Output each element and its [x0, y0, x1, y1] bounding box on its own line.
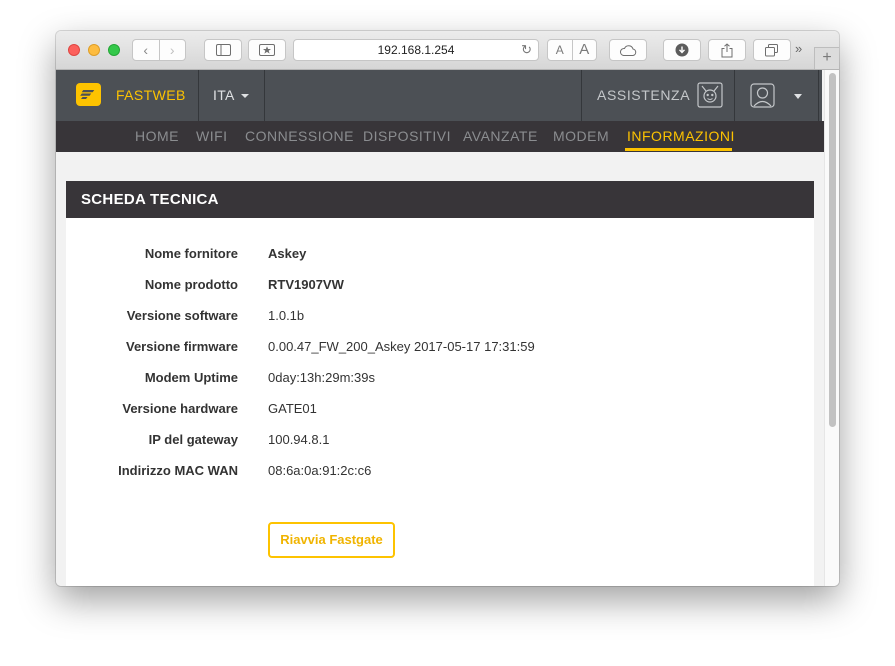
info-label: Nome prodotto	[144, 277, 238, 292]
page-content: SCHEDA TECNICA Nome fornitore Askey Nome…	[56, 152, 824, 586]
info-value: Askey	[268, 246, 307, 261]
header-divider	[734, 70, 735, 121]
info-label: Nome fornitore	[144, 246, 238, 261]
language-selector[interactable]: ITA	[213, 87, 249, 103]
nav-item-dispositivi[interactable]: DISPOSITIVI	[363, 128, 451, 144]
info-row: Versione firmware 0.00.47_FW_200_Askey 2…	[66, 339, 814, 359]
share-button[interactable]	[708, 39, 746, 61]
nav-item-home[interactable]: HOME	[135, 128, 179, 144]
info-value: 0.00.47_FW_200_Askey 2017-05-17 17:31:59	[268, 339, 535, 354]
address-bar[interactable]: 192.168.1.254 ↻	[293, 39, 539, 61]
header-divider	[264, 70, 265, 121]
tab-overview-button[interactable]	[753, 39, 791, 61]
nav-item-informazioni[interactable]: INFORMAZIONI	[627, 128, 735, 144]
brand-name[interactable]: FASTWEB	[116, 87, 186, 103]
info-row: Nome prodotto RTV1907VW	[66, 277, 814, 297]
close-window-button[interactable]	[68, 44, 80, 56]
info-label: Versione firmware	[126, 339, 238, 354]
restart-fastgate-button[interactable]: Riavvia Fastgate	[268, 522, 395, 558]
scrollbar[interactable]	[824, 70, 839, 586]
scrollbar-thumb[interactable]	[829, 73, 836, 427]
browser-window: ‹ › 192.168.1.254 ↻ A A » + FASTWEB ITA …	[56, 31, 839, 586]
header-divider	[198, 70, 199, 121]
main-navigation: HOME WIFI CONNESSIONE DISPOSITIVI AVANZA…	[56, 121, 824, 152]
nav-item-wifi[interactable]: WIFI	[196, 128, 228, 144]
decrease-text-size-button[interactable]: A	[548, 40, 572, 60]
downloads-button[interactable]	[663, 39, 701, 61]
text-size-buttons: A A	[547, 39, 597, 61]
info-label: Modem Uptime	[144, 370, 238, 385]
info-label: Indirizzo MAC WAN	[118, 463, 238, 478]
assistance-robot-icon[interactable]	[697, 82, 723, 108]
card-header: SCHEDA TECNICA	[66, 181, 814, 218]
info-row: Indirizzo MAC WAN 08:6a:0a:91:2c:c6	[66, 463, 814, 483]
cloud-icon	[620, 44, 637, 56]
info-value: 100.94.8.1	[268, 432, 330, 447]
header-divider	[581, 70, 582, 121]
download-icon	[675, 43, 689, 57]
forward-button[interactable]: ›	[158, 40, 186, 60]
sidebar-icon	[215, 44, 231, 56]
info-row: Versione hardware GATE01	[66, 401, 814, 421]
reload-icon[interactable]: ↻	[521, 40, 532, 60]
info-label: IP del gateway	[148, 432, 238, 447]
info-label: Versione hardware	[122, 401, 238, 416]
user-menu-chevron-icon[interactable]	[794, 94, 802, 99]
nav-item-connessione[interactable]: CONNESSIONE	[245, 128, 354, 144]
increase-text-size-button[interactable]: A	[571, 40, 597, 60]
router-header: FASTWEB ITA ASSISTENZA	[56, 70, 822, 121]
language-label: ITA	[213, 87, 235, 103]
card-body: Nome fornitore Askey Nome prodotto RTV19…	[66, 218, 814, 586]
info-value: 0day:13h:29m:39s	[268, 370, 375, 385]
tabs-icon	[765, 43, 778, 56]
fastweb-logo-icon[interactable]	[76, 83, 101, 106]
nav-item-avanzate[interactable]: AVANZATE	[463, 128, 538, 144]
bookmark-star-icon	[259, 44, 275, 56]
user-avatar-icon[interactable]	[750, 83, 775, 108]
info-row: Modem Uptime 0day:13h:29m:39s	[66, 370, 814, 390]
browser-toolbar: ‹ › 192.168.1.254 ↻ A A » +	[56, 31, 839, 70]
info-value: GATE01	[268, 401, 317, 416]
bookmarks-button[interactable]	[248, 39, 286, 61]
info-row: Nome fornitore Askey	[66, 246, 814, 266]
url-text: 192.168.1.254	[377, 43, 455, 57]
nav-item-modem[interactable]: MODEM	[553, 128, 609, 144]
new-tab-button[interactable]: +	[814, 47, 839, 69]
info-row: IP del gateway 100.94.8.1	[66, 432, 814, 452]
card-title: SCHEDA TECNICA	[81, 191, 219, 208]
info-label: Versione software	[126, 308, 238, 323]
sidebar-toggle-button[interactable]	[204, 39, 242, 61]
back-forward-buttons: ‹ ›	[132, 39, 186, 61]
more-toolbar-items-icon[interactable]: »	[795, 41, 802, 56]
chevron-down-icon	[240, 94, 249, 99]
icloud-tabs-button[interactable]	[609, 39, 647, 61]
zoom-window-button[interactable]	[108, 44, 120, 56]
info-row: Versione software 1.0.1b	[66, 308, 814, 328]
header-divider	[818, 70, 819, 121]
info-value: 08:6a:0a:91:2c:c6	[268, 463, 372, 478]
info-value: RTV1907VW	[268, 277, 344, 292]
info-value: 1.0.1b	[268, 308, 305, 323]
share-icon	[721, 42, 733, 57]
back-button[interactable]: ‹	[133, 40, 159, 60]
active-tab-indicator	[625, 148, 732, 151]
minimize-window-button[interactable]	[88, 44, 100, 56]
assistance-link[interactable]: ASSISTENZA	[597, 87, 690, 103]
